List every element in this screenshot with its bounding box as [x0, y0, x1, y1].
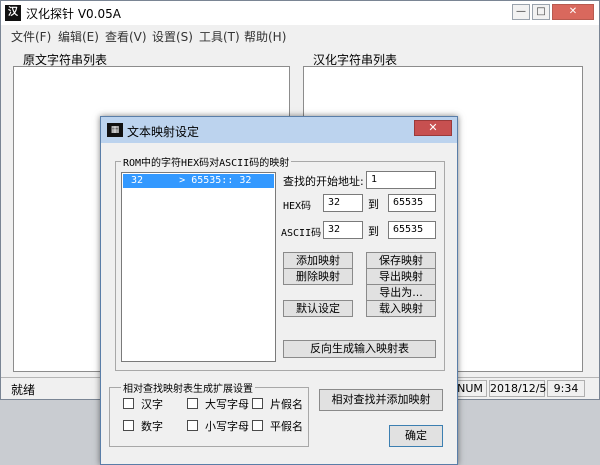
- ok-button[interactable]: 确定: [389, 425, 443, 447]
- window-title: 汉化探针 V0.05A: [26, 7, 121, 21]
- add-mapping-button[interactable]: 添加映射: [283, 252, 353, 269]
- katakana-checkbox[interactable]: [252, 398, 263, 409]
- export-mapping-button[interactable]: 导出映射: [366, 268, 436, 285]
- menu-edit[interactable]: 编辑(E): [58, 28, 99, 45]
- extension-group-title: 相对查找映射表生成扩展设置: [121, 380, 255, 395]
- ascii-label: ASCII码: [281, 228, 322, 239]
- main-titlebar[interactable]: 汉 汉化探针 V0.05A — □ ✕: [1, 1, 599, 25]
- menu-help[interactable]: 帮助(H): [244, 28, 286, 45]
- text-mapping-dialog: ▦ 文本映射设定 ✕ ROM中的字符HEX码对ASCII码的映射 32 > 65…: [100, 116, 458, 465]
- menu-view[interactable]: 查看(V): [105, 28, 147, 45]
- dialog-close-button[interactable]: ✕: [414, 120, 452, 136]
- hex-label: HEX码: [283, 201, 312, 212]
- export-as-button[interactable]: 导出为...: [366, 284, 436, 301]
- hex-to-label: 到: [368, 198, 379, 211]
- search-start-label: 查找的开始地址:: [283, 175, 364, 188]
- digits-checkbox-label: 数字: [141, 420, 163, 433]
- save-mapping-button[interactable]: 保存映射: [366, 252, 436, 269]
- hiragana-checkbox-label: 平假名: [270, 420, 303, 433]
- ascii-to-label: 到: [368, 225, 379, 238]
- close-button[interactable]: ✕: [552, 4, 594, 20]
- hanzi-checkbox-label: 汉字: [141, 398, 163, 411]
- load-mapping-button[interactable]: 载入映射: [366, 300, 436, 317]
- status-date: 2018/12/5: [489, 380, 547, 397]
- mapping-list-item[interactable]: 32 > 65535:: 32 > 65535: [123, 174, 336, 188]
- minimize-button[interactable]: —: [512, 4, 530, 20]
- hanzi-checkbox[interactable]: [123, 398, 134, 409]
- lowercase-checkbox[interactable]: [187, 420, 198, 431]
- hiragana-checkbox[interactable]: [252, 420, 263, 431]
- dialog-title: 文本映射设定: [127, 125, 200, 139]
- dialog-titlebar[interactable]: ▦ 文本映射设定 ✕: [101, 117, 457, 143]
- ascii-to-input[interactable]: 65535: [388, 221, 436, 239]
- num-lock-indicator: NUM: [453, 380, 487, 397]
- mapping-group-title: ROM中的字符HEX码对ASCII码的映射: [121, 154, 292, 169]
- menu-tools[interactable]: 工具(T): [199, 28, 240, 45]
- status-text: 就绪: [11, 383, 36, 397]
- ascii-from-input[interactable]: 32: [323, 221, 363, 239]
- dialog-app-icon: ▦: [107, 123, 123, 137]
- search-start-input[interactable]: 1: [366, 171, 436, 189]
- reverse-generate-button[interactable]: 反向生成输入映射表: [283, 340, 436, 358]
- menu-bar: 文件(F) 编辑(E) 查看(V) 设置(S) 工具(T) 帮助(H): [1, 25, 599, 45]
- digits-checkbox[interactable]: [123, 420, 134, 431]
- status-time: 9:34: [547, 380, 585, 397]
- maximize-button[interactable]: □: [532, 4, 550, 20]
- menu-settings[interactable]: 设置(S): [152, 28, 193, 45]
- app-logo-icon: 汉: [5, 5, 21, 21]
- uppercase-checkbox-label: 大写字母: [205, 398, 249, 411]
- menu-file[interactable]: 文件(F): [11, 28, 51, 45]
- default-settings-button[interactable]: 默认设定: [283, 300, 353, 317]
- katakana-checkbox-label: 片假名: [270, 398, 303, 411]
- relative-search-add-button[interactable]: 相对查找并添加映射: [319, 389, 443, 411]
- hex-from-input[interactable]: 32: [323, 194, 363, 212]
- hex-to-input[interactable]: 65535: [388, 194, 436, 212]
- mapping-list[interactable]: 32 > 65535:: 32 > 65535: [121, 172, 336, 362]
- lowercase-checkbox-label: 小写字母: [205, 420, 249, 433]
- delete-mapping-button[interactable]: 删除映射: [283, 268, 353, 285]
- uppercase-checkbox[interactable]: [187, 398, 198, 409]
